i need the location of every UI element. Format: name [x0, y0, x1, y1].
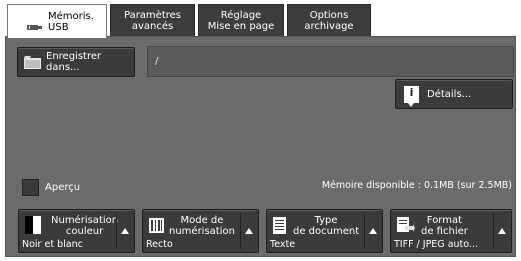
save-in-label-2: dans... [46, 62, 80, 73]
color-scan-title-2: couleur [65, 226, 104, 237]
file-format-title-1: Format [426, 215, 463, 226]
tab-layout-label-2: Mise en page [207, 21, 275, 32]
tab-advanced-settings[interactable]: Paramètres avancés [110, 4, 195, 37]
available-memory-text: Mémoire disponible : 0.1MB (sur 2.5MB) [321, 180, 512, 191]
details-button[interactable]: i Détails... [395, 79, 513, 109]
document-type-title-2: de document [293, 226, 360, 237]
tab-advanced-label-1: Paramètres [123, 10, 182, 21]
divider [493, 213, 494, 249]
usb-icon [27, 24, 43, 30]
tab-usb-label-1: Mémoris. [48, 10, 94, 22]
file-format-icon [397, 217, 415, 232]
divider [240, 213, 241, 249]
color-scan-title-1: Numérisation [51, 215, 119, 226]
preview-toggle[interactable]: Aperçu [22, 179, 80, 196]
arrow-up-icon[interactable] [498, 228, 506, 234]
save-in-button[interactable]: Enregistrer dans... [17, 47, 135, 77]
file-format-value: TIFF / JPEG auto... [394, 239, 478, 250]
tab-layout-label-1: Réglage [220, 10, 262, 21]
tab-usb-label-2: USB [48, 21, 69, 33]
tab-usb-store[interactable]: Mémoris. USB [7, 4, 107, 38]
scan-mode-value: Recto [146, 239, 173, 250]
tab-layout-adjustment[interactable]: Réglage Mise en page [198, 4, 284, 37]
scan-mode-button[interactable]: Mode de numérisation Recto [142, 209, 259, 253]
document-type-value: Texte [270, 239, 296, 250]
tab-filing-label-1: Options [309, 10, 349, 21]
tab-filing-label-2: archivage [304, 21, 354, 32]
tab-filing-options[interactable]: Options archivage [287, 4, 371, 37]
folder-icon [24, 55, 41, 69]
scan-mode-icon [149, 218, 164, 233]
arrow-up-icon[interactable] [369, 228, 377, 234]
file-format-title-2: de fichier [421, 226, 468, 237]
preview-checkbox[interactable] [22, 179, 39, 196]
arrow-up-icon[interactable] [121, 228, 129, 234]
details-label: Détails... [427, 88, 472, 100]
document-type-title-1: Type [314, 215, 338, 226]
document-type-icon [273, 217, 286, 234]
scan-to-usb-screen: Mémoris. USB Paramètres avancés Réglage … [5, 0, 516, 257]
save-in-label-1: Enregistrer [46, 51, 102, 62]
tab-bar: Mémoris. USB Paramètres avancés Réglage … [5, 4, 516, 38]
scan-mode-title-2: numérisation [169, 226, 235, 237]
save-path-field[interactable]: / [147, 46, 514, 77]
color-scan-icon [25, 216, 41, 234]
main-panel: Enregistrer dans... / i Détails... Aperç… [5, 36, 516, 257]
divider [364, 213, 365, 249]
scan-mode-title-1: Mode de [180, 215, 224, 226]
divider [116, 213, 117, 249]
arrow-up-icon[interactable] [245, 228, 253, 234]
document-type-button[interactable]: Type de document Texte [266, 209, 383, 253]
color-scan-value: Noir et blanc [22, 239, 83, 250]
tab-advanced-label-2: avancés [131, 21, 174, 32]
file-format-button[interactable]: Format de fichier TIFF / JPEG auto... [390, 209, 512, 253]
color-scanning-button[interactable]: Numérisation couleur Noir et blanc [18, 209, 135, 253]
info-icon: i [404, 85, 419, 107]
preview-label: Aperçu [45, 182, 81, 193]
